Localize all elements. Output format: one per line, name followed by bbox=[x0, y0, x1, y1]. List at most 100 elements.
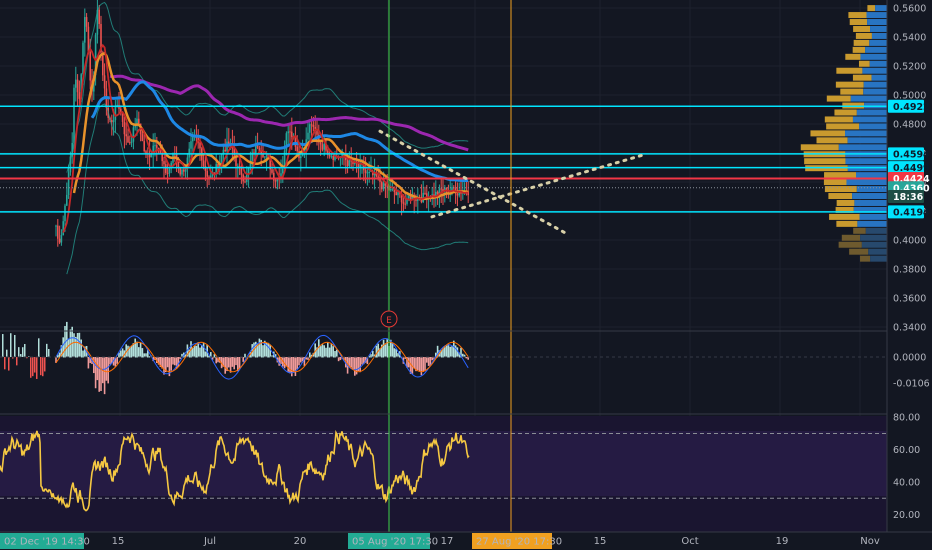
candle-body bbox=[390, 188, 392, 191]
candle-body bbox=[192, 137, 194, 142]
volume-profile-bar-sell bbox=[836, 67, 863, 74]
macd-histogram-bar bbox=[386, 338, 388, 358]
macd-histogram-bar bbox=[10, 333, 12, 357]
volume-profile-bar-sell bbox=[853, 25, 871, 32]
candle-body bbox=[300, 156, 302, 159]
volume-profile-bar-buy bbox=[838, 144, 887, 151]
volume-profile-bar-sell bbox=[828, 193, 853, 200]
time-highlight-text: 27 Aug '20 17:30 bbox=[476, 537, 562, 548]
volume-profile-bar-sell bbox=[826, 123, 860, 130]
macd-histogram-bar bbox=[76, 332, 79, 358]
macd-histogram-bar bbox=[370, 354, 372, 358]
volume-profile-bar-sell bbox=[800, 144, 839, 151]
macd-histogram-bar bbox=[73, 333, 75, 358]
macd-histogram-bar bbox=[166, 357, 169, 368]
volume-profile-bar-buy bbox=[850, 95, 887, 102]
candle-body bbox=[402, 202, 405, 204]
volume-profile-bar-buy bbox=[854, 199, 887, 206]
candle-body bbox=[291, 131, 293, 137]
macd-histogram-bar bbox=[87, 357, 90, 369]
macd-histogram-bar bbox=[48, 348, 50, 357]
volume-profile-bar-buy bbox=[859, 123, 887, 130]
volume-profile-bar-buy bbox=[852, 116, 887, 123]
volume-profile-bar-buy bbox=[867, 19, 887, 26]
candle-body bbox=[66, 194, 68, 206]
candle-body bbox=[190, 141, 192, 149]
candle-body bbox=[73, 87, 75, 143]
trading-chart[interactable]: E 0.56000.54000.52000.50000.48000.46000.… bbox=[0, 0, 932, 550]
candle-body bbox=[58, 238, 61, 243]
macd-histogram-bar bbox=[235, 357, 237, 366]
macd-histogram-bar bbox=[120, 350, 122, 358]
macd-tick-label: 0.0000 bbox=[893, 353, 926, 364]
macd-histogram-bar bbox=[201, 345, 203, 358]
candle-body bbox=[397, 192, 399, 196]
candle-body bbox=[359, 164, 361, 168]
candle-body bbox=[316, 131, 318, 135]
macd-histogram-bar bbox=[465, 357, 468, 359]
volume-profile-bar-buy bbox=[863, 81, 887, 88]
candle-body bbox=[287, 131, 289, 134]
candle-body bbox=[188, 148, 190, 158]
macd-histogram-bar bbox=[116, 357, 118, 364]
candle-body bbox=[132, 127, 135, 142]
macd-histogram-bar bbox=[197, 342, 199, 358]
candle-body bbox=[64, 205, 66, 222]
candle-body bbox=[312, 125, 315, 128]
candle-body bbox=[84, 17, 86, 43]
volume-profile-bar-sell bbox=[842, 102, 865, 109]
volume-profile-bar-buy bbox=[875, 5, 887, 12]
rsi-tick-label: 20.00 bbox=[893, 510, 920, 521]
macd-histogram-bar bbox=[14, 335, 16, 357]
time-highlight-text: 02 Dec '19 14:30 bbox=[4, 537, 90, 548]
candle-body bbox=[244, 181, 246, 183]
macd-histogram-bar bbox=[138, 347, 140, 358]
volume-profile-bar-sell bbox=[824, 172, 857, 179]
volume-profile-bar-buy bbox=[870, 255, 887, 262]
volume-profile-bar-buy bbox=[864, 102, 887, 109]
candle-body bbox=[368, 171, 370, 173]
macd-histogram-bar bbox=[24, 344, 26, 357]
macd-histogram-bar bbox=[36, 357, 38, 379]
price-badge-text: 0.4922 bbox=[893, 102, 930, 113]
candle-body bbox=[143, 141, 145, 152]
macd-histogram-bar bbox=[67, 338, 70, 358]
time-tick-label: 15 bbox=[594, 536, 607, 547]
candle-body bbox=[238, 165, 241, 167]
volume-profile-bar-sell bbox=[849, 248, 869, 255]
time-tick-label: 17 bbox=[441, 536, 454, 547]
candle-body bbox=[138, 118, 140, 124]
macd-histogram-bar bbox=[28, 356, 30, 357]
macd-histogram-bar bbox=[334, 351, 336, 358]
macd-histogram-bar bbox=[80, 339, 82, 358]
macd-histogram-bar bbox=[193, 345, 196, 358]
volume-profile-bar-sell bbox=[823, 179, 847, 186]
macd-histogram-bar bbox=[330, 344, 333, 358]
macd-histogram-bar bbox=[16, 357, 18, 366]
volume-profile-bar-buy bbox=[860, 53, 887, 60]
candle-body bbox=[332, 156, 334, 160]
macd-histogram-bar bbox=[300, 357, 302, 363]
macd-histogram-bar bbox=[136, 341, 138, 358]
candle-body bbox=[127, 136, 129, 143]
rsi-tick-label: 60.00 bbox=[893, 445, 920, 456]
macd-histogram-bar bbox=[18, 347, 20, 357]
macd-histogram-bar bbox=[359, 357, 361, 373]
earnings-event-marker[interactable]: E bbox=[380, 310, 398, 328]
macd-histogram-bar bbox=[424, 357, 426, 372]
candle-body bbox=[89, 52, 91, 81]
volume-profile-bar-sell bbox=[810, 130, 846, 137]
volume-profile-bar-buy bbox=[860, 234, 887, 241]
macd-histogram-bar bbox=[354, 357, 356, 376]
volume-profile-bar-buy bbox=[856, 172, 887, 179]
rsi-tick-label: 80.00 bbox=[893, 413, 920, 424]
macd-histogram-bar bbox=[103, 357, 106, 395]
volume-profile-bar-buy bbox=[856, 109, 887, 116]
volume-profile-bar-sell bbox=[840, 88, 864, 95]
candle-body bbox=[78, 92, 81, 99]
candle-body bbox=[456, 193, 459, 196]
macd-histogram-bar bbox=[127, 345, 129, 358]
macd-histogram-bar bbox=[292, 357, 295, 373]
candle-body bbox=[125, 134, 127, 137]
candle-body bbox=[328, 154, 331, 157]
